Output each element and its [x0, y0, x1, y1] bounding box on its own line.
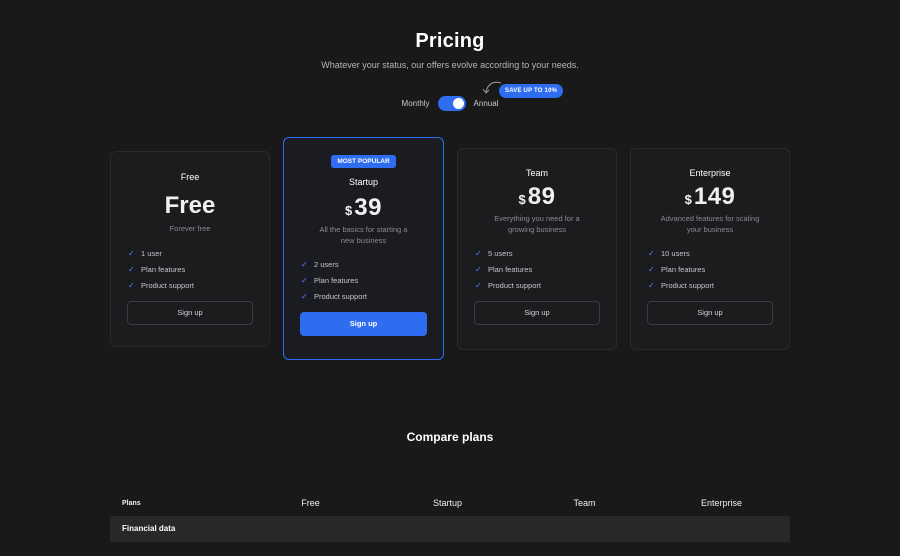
check-icon: ✓ — [128, 248, 135, 258]
check-icon: ✓ — [301, 259, 308, 269]
plan-price: $ 149 — [631, 183, 789, 211]
monthly-label[interactable]: Monthly — [402, 99, 430, 108]
column-header-enterprise: Enterprise — [700, 498, 743, 508]
plan-price: $ 39 — [284, 194, 443, 222]
feature-item: ✓ Plan features — [648, 264, 706, 274]
switch-knob — [452, 98, 464, 109]
billing-switch[interactable] — [437, 96, 466, 111]
feature-item: ✓ Product support — [128, 280, 194, 290]
feature-item: ✓ 1 user — [128, 248, 162, 258]
compare-plans-title: Compare plans — [406, 430, 494, 444]
check-icon: ✓ — [128, 280, 135, 290]
signup-button-free[interactable]: Sign up — [127, 301, 253, 325]
signup-button-team[interactable]: Sign up — [474, 301, 600, 325]
currency-symbol: $ — [518, 192, 526, 207]
feature-item: ✓ Product support — [301, 291, 367, 301]
check-icon: ✓ — [475, 280, 482, 290]
signup-button-startup[interactable]: Sign up — [300, 312, 427, 336]
price-amount: Free — [164, 192, 216, 219]
plan-name: Free — [180, 172, 200, 182]
plan-name: Team — [525, 168, 548, 178]
price-amount: 89 — [527, 183, 556, 210]
currency-symbol: $ — [345, 203, 353, 218]
feature-item: ✓ Plan features — [475, 264, 533, 274]
feature-item: ✓ 5 users — [475, 248, 513, 258]
plan-description: All the basics for starting a new busine… — [319, 225, 408, 245]
feature-item: ✓ 10 users — [648, 248, 690, 258]
plan-price: Free — [111, 192, 269, 220]
feature-item: ✓ 2 users — [301, 259, 339, 269]
check-icon: ✓ — [301, 291, 308, 301]
pricing-header: Pricing Whatever your status, our offers… — [0, 0, 900, 70]
billing-toggle: Monthly Annual — [0, 96, 900, 111]
feature-item: ✓ Plan features — [301, 275, 359, 285]
check-icon: ✓ — [475, 264, 482, 274]
plan-card-startup: MOST POPULAR Startup $ 39 All the basics… — [283, 137, 444, 360]
most-popular-badge: MOST POPULAR — [331, 155, 396, 168]
check-icon: ✓ — [301, 275, 308, 285]
annual-label[interactable]: Annual — [474, 99, 499, 108]
page-title: Pricing — [415, 30, 485, 52]
feature-item: ✓ Product support — [475, 280, 541, 290]
check-icon: ✓ — [475, 248, 482, 258]
column-header-free: Free — [301, 498, 320, 508]
check-icon: ✓ — [648, 264, 655, 274]
check-icon: ✓ — [648, 280, 655, 290]
plan-price: $ 89 — [458, 183, 616, 211]
feature-list: ✓ 2 users ✓ Plan features ✓ Product support — [284, 256, 443, 304]
plan-description: Forever free — [169, 224, 211, 233]
plan-description: Advanced features for scaling your busin… — [660, 214, 760, 234]
plan-card-enterprise: Enterprise $ 149 Advanced features for s… — [630, 148, 790, 350]
plan-name: Startup — [348, 177, 379, 187]
feature-list: ✓ 1 user ✓ Plan features ✓ Product support — [111, 245, 269, 293]
plan-name: Enterprise — [689, 168, 731, 178]
feature-item: ✓ Product support — [648, 280, 714, 290]
feature-list: ✓ 5 users ✓ Plan features ✓ Product support — [458, 245, 616, 293]
check-icon: ✓ — [648, 248, 655, 258]
price-amount: 39 — [354, 194, 382, 221]
plan-card-free: Free Free Forever free ✓ 1 user ✓ Plan fea… — [110, 151, 270, 347]
feature-list: ✓ 10 users ✓ Plan features ✓ Product suppor… — [631, 245, 789, 293]
signup-button-enterprise[interactable]: Sign up — [647, 301, 773, 325]
section-row-financial-data: Financial data — [110, 516, 790, 542]
feature-item: ✓ Plan features — [128, 264, 186, 274]
column-header-team: Team — [573, 498, 596, 508]
check-icon: ✓ — [128, 264, 135, 274]
price-amount: 149 — [693, 183, 736, 210]
page-subtitle: Whatever your status, our offers evolve … — [321, 60, 579, 70]
compare-table-header: Plans Free Startup Team Enterprise — [110, 494, 790, 512]
plan-description: Everything you need for a growing busine… — [494, 214, 580, 234]
currency-symbol: $ — [684, 192, 692, 207]
column-header-startup: Startup — [432, 498, 463, 508]
column-header-plans: Plans — [122, 499, 141, 507]
plan-card-team: Team $ 89 Everything you need for a grow… — [457, 148, 617, 350]
